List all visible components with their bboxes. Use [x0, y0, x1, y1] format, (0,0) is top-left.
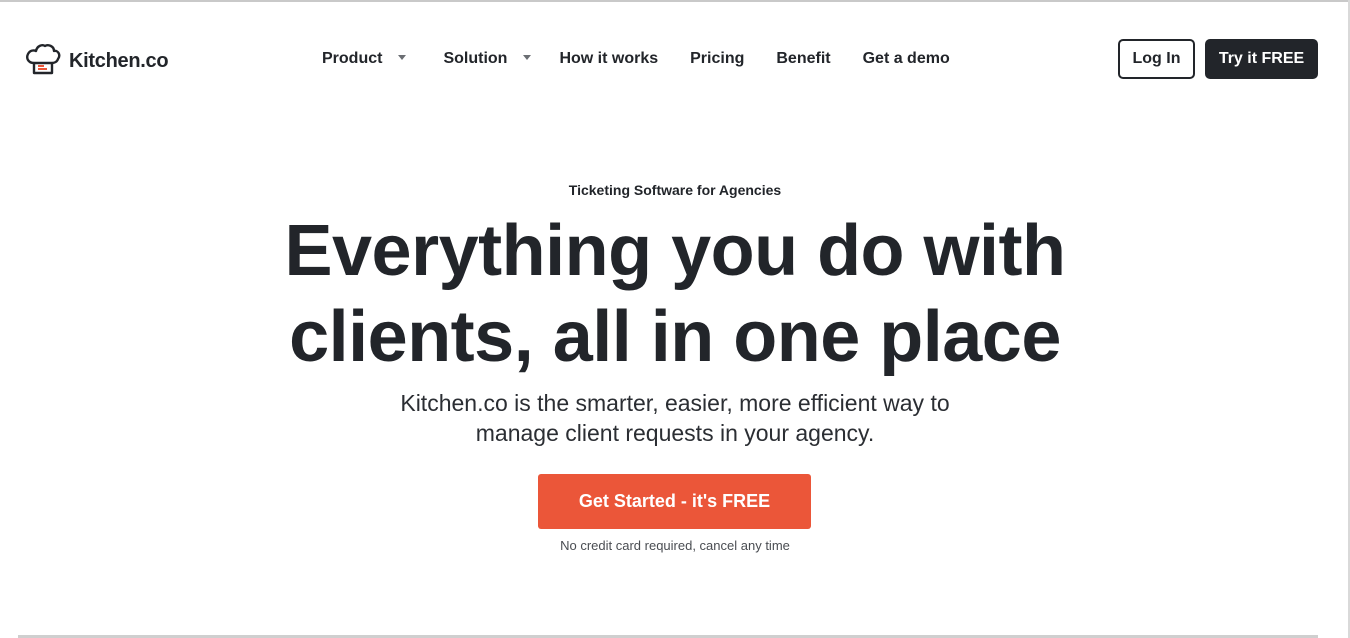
brand-logo-link[interactable]: Kitchen.co: [25, 43, 169, 80]
nav-item-label: Benefit: [776, 50, 831, 67]
nav-item-label: Pricing: [690, 50, 745, 67]
headline-line-2: clients, all in one place: [289, 297, 1061, 377]
login-button[interactable]: Log In: [1118, 39, 1195, 79]
subhead-line-1: Kitchen.co is the smarter, easier, more …: [400, 390, 950, 416]
nav-item-label: Get a demo: [862, 50, 950, 67]
brand-name: Kitchen.co: [69, 50, 169, 72]
hero-subheading: Kitchen.co is the smarter, easier, more …: [325, 388, 1025, 448]
caret-down-icon: [523, 54, 532, 60]
caret-down-icon: [398, 54, 407, 60]
main-menu: Product Solution How it works Pricing Be…: [322, 46, 950, 72]
nav-item-label: Product: [322, 50, 383, 67]
chef-hat-icon: [25, 43, 61, 80]
nav-item-pricing[interactable]: Pricing: [690, 50, 744, 68]
subhead-line-2: manage client requests in your agency.: [475, 420, 875, 446]
hero-headline: Everything you do with clients, all in o…: [175, 208, 1175, 380]
nav-item-label: How it works: [559, 50, 659, 67]
no-credit-card-note: No credit card required, cancel any time: [560, 538, 790, 553]
hero-eyebrow: Ticketing Software for Agencies: [568, 182, 782, 198]
top-navigation: Kitchen.co Product Solution How it works…: [0, 0, 1350, 118]
try-free-button[interactable]: Try it FREE: [1205, 39, 1318, 79]
nav-item-product[interactable]: Product: [322, 50, 407, 68]
headline-line-1: Everything you do with: [284, 211, 1066, 291]
nav-item-get-a-demo[interactable]: Get a demo: [863, 50, 950, 68]
nav-item-how-it-works[interactable]: How it works: [559, 50, 658, 68]
nav-item-benefit[interactable]: Benefit: [776, 50, 830, 68]
nav-item-label: Solution: [443, 50, 508, 67]
get-started-button[interactable]: Get Started - it's FREE: [538, 474, 811, 529]
nav-item-solution[interactable]: Solution: [443, 50, 532, 68]
